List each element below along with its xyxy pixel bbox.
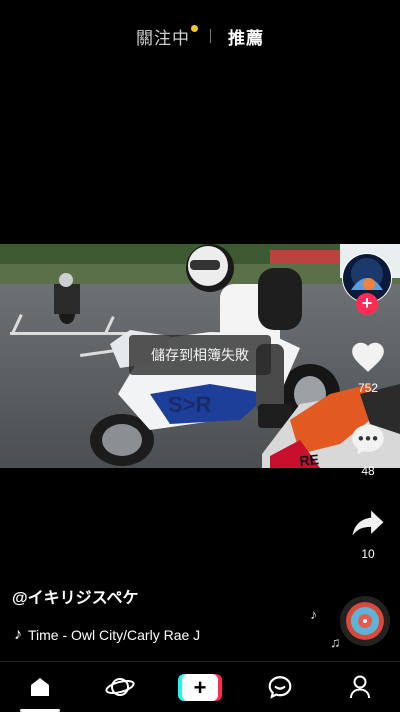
like-count: 752 xyxy=(357,381,379,395)
floating-note-icon-2: ♫ xyxy=(330,634,341,650)
creator-avatar[interactable]: + xyxy=(342,253,392,315)
toast-text: 儲存到相簿失敗 xyxy=(151,347,249,363)
nav-home[interactable] xyxy=(0,662,80,712)
nav-inbox[interactable] xyxy=(240,662,320,712)
music-info[interactable]: ♪ Time - Owl City/Carly Rae J xyxy=(14,626,200,644)
svg-text:RE: RE xyxy=(299,451,320,468)
follow-plus-button[interactable]: + xyxy=(356,293,378,315)
tab-recommended-label: 推薦 xyxy=(228,28,264,48)
tab-following[interactable]: 關注中 xyxy=(136,24,198,49)
nav-profile[interactable] xyxy=(320,662,400,712)
share-button[interactable]: 10 xyxy=(342,506,394,561)
svg-text:S>R: S>R xyxy=(168,392,212,417)
music-title: Time - Owl City/Carly Rae J xyxy=(28,627,201,643)
home-icon xyxy=(31,678,49,696)
notification-dot-icon xyxy=(191,24,198,32)
author-username[interactable]: @イキリジスペケ xyxy=(12,584,138,608)
person-icon xyxy=(350,675,370,699)
plus-icon: + xyxy=(182,673,218,701)
tab-separator xyxy=(210,29,211,43)
comment-count: 48 xyxy=(361,464,375,478)
share-arrow-icon xyxy=(352,510,384,536)
like-button[interactable]: 752 xyxy=(342,338,394,395)
feed-tabs: 關注中 推薦 xyxy=(0,22,400,50)
chat-bubble-icon xyxy=(268,676,292,699)
floating-note-icon: ♪ xyxy=(310,606,317,622)
heart-icon xyxy=(352,342,384,372)
create-button[interactable]: + xyxy=(178,673,222,701)
bottom-nav: + xyxy=(0,661,400,712)
music-note-icon: ♪ xyxy=(14,626,22,643)
nav-discover[interactable] xyxy=(80,662,160,712)
nav-create[interactable]: + xyxy=(160,662,240,712)
comment-icon xyxy=(352,424,384,455)
save-failed-toast: 儲存到相簿失敗 xyxy=(129,335,271,375)
tab-recommended[interactable]: 推薦 xyxy=(228,24,264,49)
share-count: 10 xyxy=(361,547,375,561)
comment-button[interactable]: 48 xyxy=(342,421,394,478)
planet-icon xyxy=(105,678,135,696)
music-disc[interactable] xyxy=(340,596,390,646)
tab-following-label: 關注中 xyxy=(136,28,190,48)
